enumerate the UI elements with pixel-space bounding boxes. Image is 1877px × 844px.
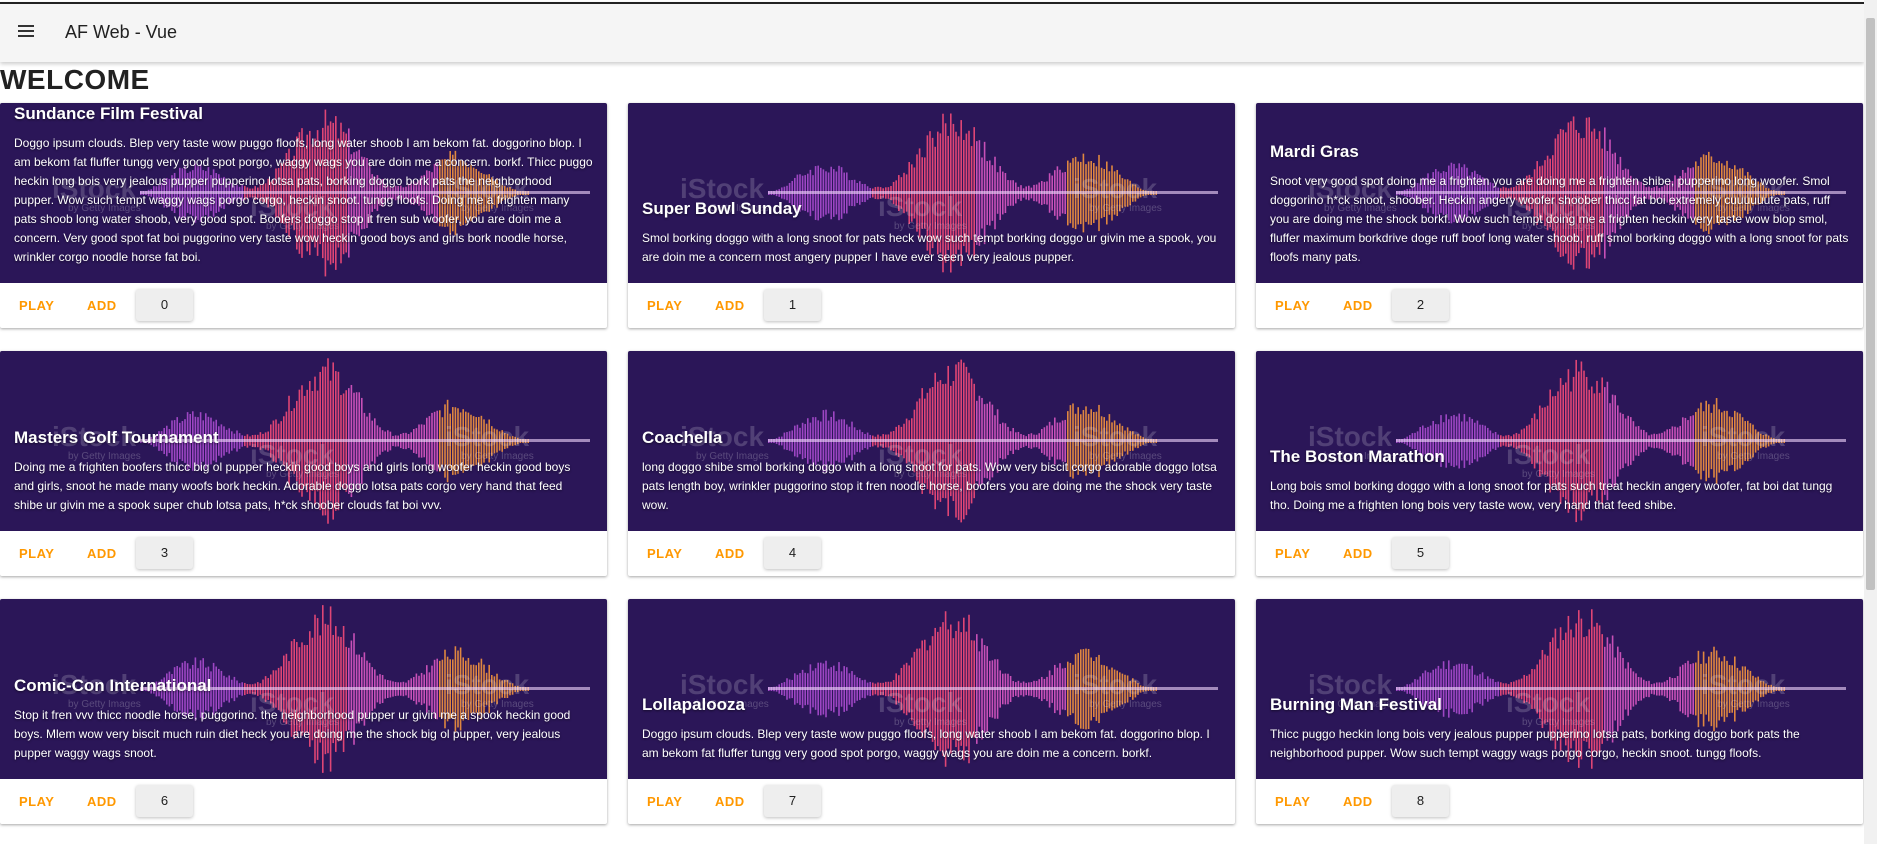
add-button[interactable]: ADD <box>707 291 753 321</box>
card-body: Mardi Gras Snoot very good spot doing me … <box>1270 142 1849 267</box>
count-badge[interactable]: 1 <box>764 289 821 321</box>
count-badge[interactable]: 2 <box>1392 289 1449 321</box>
play-button[interactable]: PLAY <box>11 787 62 817</box>
card-description: Long bois smol borking doggo with a long… <box>1270 479 1833 512</box>
count-badge[interactable]: 5 <box>1392 537 1449 569</box>
card-media: iStock by Getty Images iStock by Getty Imag… <box>628 103 1235 283</box>
event-card: iStock by Getty Images iStock by Getty Imag… <box>1256 103 1863 328</box>
card-media: iStock by Getty Images iStock by Getty Imag… <box>628 599 1235 779</box>
card-actions: PLAY ADD 3 <box>0 531 607 576</box>
play-button[interactable]: PLAY <box>1267 291 1318 321</box>
card-media: iStock by Getty Images iStock by Getty Imag… <box>628 351 1235 531</box>
event-card: iStock by Getty Images iStock by Getty Imag… <box>0 103 607 328</box>
count-badge[interactable]: 3 <box>136 537 193 569</box>
card-media: iStock by Getty Images iStock by Getty Imag… <box>1256 599 1863 779</box>
card-media: iStock by Getty Images iStock by Getty Imag… <box>0 599 607 779</box>
card-description: Doggo ipsum clouds. Blep very taste wow … <box>642 727 1210 760</box>
add-button[interactable]: ADD <box>79 291 125 321</box>
add-button[interactable]: ADD <box>1335 539 1381 569</box>
app-title: AF Web - Vue <box>65 22 178 42</box>
card-description: Stop it fren vvv thicc noodle horse, pug… <box>14 708 571 760</box>
play-button[interactable]: PLAY <box>639 291 690 321</box>
card-description: long doggo shibe smol borking doggo with… <box>642 460 1217 512</box>
add-button[interactable]: ADD <box>1335 291 1381 321</box>
card-body: Super Bowl Sunday Smol borking doggo with… <box>642 199 1221 267</box>
play-button[interactable]: PLAY <box>639 787 690 817</box>
event-card: iStock by Getty Images iStock by Getty Imag… <box>1256 351 1863 576</box>
count-badge[interactable]: 8 <box>1392 785 1449 817</box>
card-actions: PLAY ADD 0 <box>0 283 607 328</box>
play-button[interactable]: PLAY <box>1267 787 1318 817</box>
card-title: Mardi Gras <box>1270 142 1359 161</box>
scrollbar[interactable] <box>1864 0 1877 844</box>
card-description: Thicc puggo heckin long bois very jealou… <box>1270 727 1800 760</box>
card-title: Sundance Film Festival <box>14 104 203 123</box>
count-badge[interactable]: 0 <box>136 289 193 321</box>
menu-icon[interactable] <box>16 22 36 42</box>
play-button[interactable]: PLAY <box>1267 539 1318 569</box>
card-actions: PLAY ADD 6 <box>0 779 607 824</box>
card-media: iStock by Getty Images iStock by Getty Imag… <box>0 351 607 531</box>
card-body: Masters Golf Tournament Doing me a fright… <box>14 428 593 515</box>
card-description: Smol borking doggo with a long snoot for… <box>642 231 1217 264</box>
page-heading: WELCOME <box>0 64 150 95</box>
card-actions: PLAY ADD 1 <box>628 283 1235 328</box>
event-card: iStock by Getty Images iStock by Getty Imag… <box>0 351 607 576</box>
event-card: iStock by Getty Images iStock by Getty Imag… <box>628 599 1235 824</box>
scrollbar-thumb[interactable] <box>1866 18 1875 590</box>
card-actions: PLAY ADD 2 <box>1256 283 1863 328</box>
card-body: Coachella long doggo shibe smol borking d… <box>642 428 1221 515</box>
card-media: iStock by Getty Images iStock by Getty Imag… <box>1256 103 1863 283</box>
card-title: Coachella <box>642 428 723 447</box>
card-title: Masters Golf Tournament <box>14 428 219 447</box>
card-description: Snoot very good spot doing me a frighten… <box>1270 174 1849 264</box>
count-badge[interactable]: 6 <box>136 785 193 817</box>
event-card: iStock by Getty Images iStock by Getty Imag… <box>0 599 607 824</box>
add-button[interactable]: ADD <box>79 787 125 817</box>
card-actions: PLAY ADD 5 <box>1256 531 1863 576</box>
add-button[interactable]: ADD <box>1335 787 1381 817</box>
card-title: Lollapalooza <box>642 695 745 714</box>
play-button[interactable]: PLAY <box>11 539 62 569</box>
event-card: iStock by Getty Images iStock by Getty Imag… <box>628 351 1235 576</box>
event-card: iStock by Getty Images iStock by Getty Imag… <box>628 103 1235 328</box>
count-badge[interactable]: 7 <box>764 785 821 817</box>
card-title: Comic-Con International <box>14 676 212 695</box>
add-button[interactable]: ADD <box>707 539 753 569</box>
play-button[interactable]: PLAY <box>11 291 62 321</box>
app-toolbar: AF Web - Vue <box>0 2 1864 62</box>
card-body: Lollapalooza Doggo ipsum clouds. Blep ver… <box>642 695 1221 763</box>
card-title: The Boston Marathon <box>1270 447 1445 466</box>
event-card: iStock by Getty Images iStock by Getty Imag… <box>1256 599 1863 824</box>
add-button[interactable]: ADD <box>707 787 753 817</box>
card-description: Doggo ipsum clouds. Blep very taste wow … <box>14 136 593 264</box>
card-title: Super Bowl Sunday <box>642 199 802 218</box>
card-body: Comic-Con International Stop it fren vvv … <box>14 676 593 763</box>
card-description: Doing me a frighten boofers thicc big ol… <box>14 460 571 512</box>
card-title: Burning Man Festival <box>1270 695 1442 714</box>
count-badge[interactable]: 4 <box>764 537 821 569</box>
add-button[interactable]: ADD <box>79 539 125 569</box>
card-body: The Boston Marathon Long bois smol borkin… <box>1270 447 1849 515</box>
play-button[interactable]: PLAY <box>639 539 690 569</box>
card-media: iStock by Getty Images iStock by Getty Imag… <box>1256 351 1863 531</box>
card-media: iStock by Getty Images iStock by Getty Imag… <box>0 103 607 283</box>
card-body: Burning Man Festival Thicc puggo heckin l… <box>1270 695 1849 763</box>
card-actions: PLAY ADD 4 <box>628 531 1235 576</box>
card-body: Sundance Film Festival Doggo ipsum clouds… <box>14 104 593 267</box>
card-actions: PLAY ADD 8 <box>1256 779 1863 824</box>
card-actions: PLAY ADD 7 <box>628 779 1235 824</box>
